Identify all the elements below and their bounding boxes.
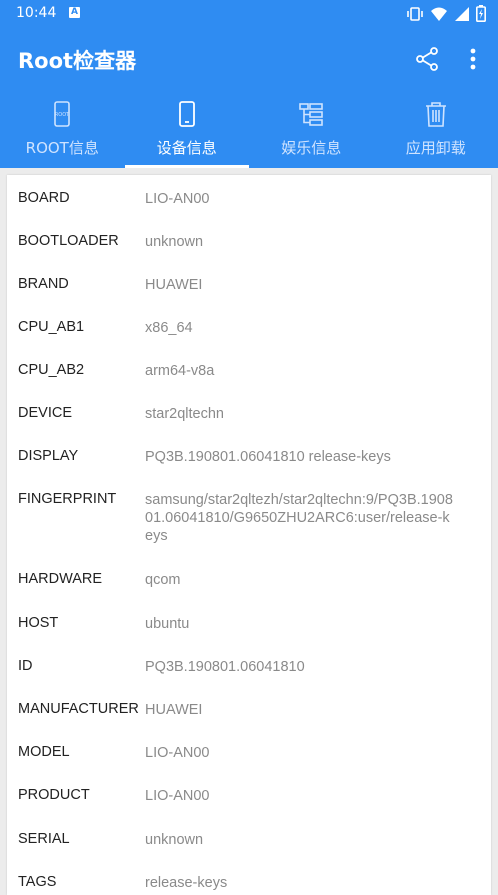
app-bar: Root检查器 <box>0 28 498 90</box>
info-value: HUAWEI <box>145 276 455 294</box>
info-value: PQ3B.190801.06041810 <box>145 658 455 676</box>
tab-bar: ROOT ROOT信息 设备信息 娱乐信息 应用卸载 <box>0 90 498 168</box>
info-key: CPU_AB1 <box>18 319 84 335</box>
list-icon <box>297 100 325 128</box>
info-value: qcom <box>145 571 455 589</box>
phone-icon <box>173 100 201 128</box>
wifi-icon <box>430 6 448 22</box>
info-key: DISPLAY <box>18 448 78 464</box>
info-value: unknown <box>145 233 455 251</box>
info-key: SERIAL <box>18 831 70 847</box>
info-key: BOARD <box>18 190 70 206</box>
tab-entertainment-info[interactable]: 娱乐信息 <box>249 90 374 168</box>
info-value: LIO-AN00 <box>145 744 455 762</box>
info-key: FINGERPRINT <box>18 491 116 507</box>
tab-root-info[interactable]: ROOT ROOT信息 <box>0 90 125 168</box>
tab-label: 娱乐信息 <box>249 137 374 158</box>
tab-label: 设备信息 <box>125 137 250 158</box>
vibrate-icon <box>406 6 424 22</box>
tab-app-uninstall[interactable]: 应用卸载 <box>374 90 498 168</box>
info-value: PQ3B.190801.06041810 release-keys <box>145 448 455 466</box>
status-bar: 10:44 A <box>0 0 498 28</box>
system-icons <box>406 5 486 22</box>
info-value: star2qltechn <box>145 405 455 423</box>
info-key: HOST <box>18 615 58 631</box>
signal-icon <box>454 6 470 22</box>
info-value: arm64-v8a <box>145 362 455 380</box>
info-key: MANUFACTURER <box>18 701 139 717</box>
info-value: LIO-AN00 <box>145 787 455 805</box>
info-value: LIO-AN00 <box>145 190 455 208</box>
info-value: unknown <box>145 831 455 849</box>
info-key: BOOTLOADER <box>18 233 119 249</box>
info-key: HARDWARE <box>18 571 102 587</box>
info-key: DEVICE <box>18 405 72 421</box>
root-phone-icon: ROOT <box>48 100 76 128</box>
info-key: PRODUCT <box>18 787 90 803</box>
info-value: ubuntu <box>145 615 455 633</box>
app-title: Root检查器 <box>18 45 136 75</box>
status-time: 10:44 <box>16 5 56 21</box>
trash-icon <box>422 100 450 128</box>
share-icon[interactable] <box>414 46 440 72</box>
device-info-card: BOARD LIO-AN00 BOOTLOADER unknown BRAND … <box>7 175 491 895</box>
info-key: CPU_AB2 <box>18 362 84 378</box>
notification-badge: A <box>69 7 80 18</box>
svg-text:ROOT: ROOT <box>55 112 70 118</box>
tab-label: 应用卸载 <box>374 137 498 158</box>
info-value: samsung/star2qltezh/star2qltechn:9/PQ3B.… <box>145 491 455 545</box>
active-tab-indicator <box>125 165 250 168</box>
info-key: ID <box>18 658 33 674</box>
tab-label: ROOT信息 <box>0 137 125 158</box>
more-options-icon[interactable] <box>462 46 484 72</box>
info-key: MODEL <box>18 744 70 760</box>
info-value: x86_64 <box>145 319 455 337</box>
tab-device-info[interactable]: 设备信息 <box>125 90 250 168</box>
info-value: release-keys <box>145 874 455 892</box>
battery-icon <box>476 5 486 22</box>
info-value: HUAWEI <box>145 701 455 719</box>
info-key: BRAND <box>18 276 69 292</box>
info-key: TAGS <box>18 874 56 890</box>
